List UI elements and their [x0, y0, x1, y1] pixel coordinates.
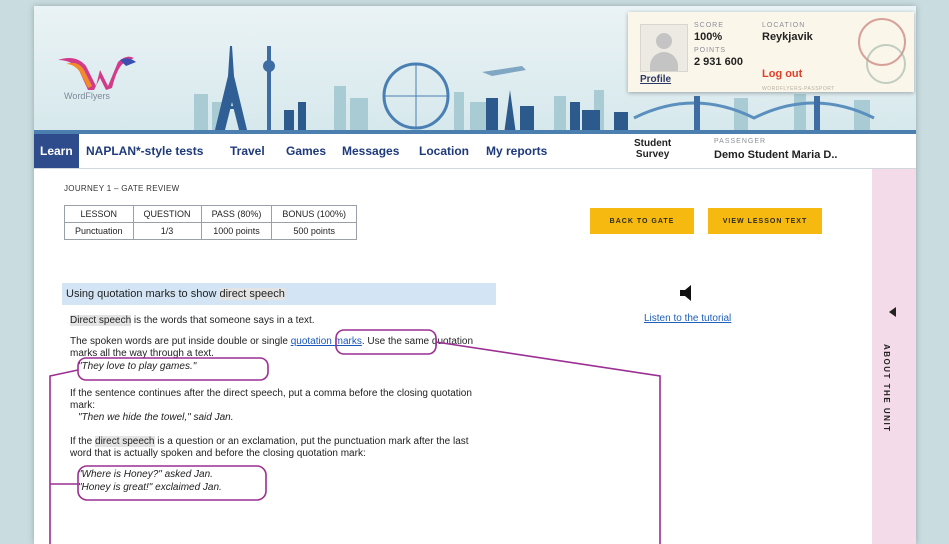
paragraph-text: is the words that someone says in a text…: [131, 315, 315, 326]
location-label: LOCATION: [762, 22, 806, 29]
paragraph-text: is a question or an exclamation, put the…: [154, 436, 469, 447]
passenger-label: PASSENGER: [714, 138, 767, 145]
score-label: SCORE: [694, 22, 724, 29]
passport-card: Profile SCORE 100% POINTS 2 931 600 LOCA…: [628, 12, 914, 92]
points-label: POINTS: [694, 47, 727, 54]
table-cell: 1000 points: [200, 222, 273, 240]
logout-link[interactable]: Log out: [762, 68, 802, 80]
collapse-arrow-icon[interactable]: [889, 307, 896, 317]
lesson-paragraph: The spoken words are put inside double o…: [70, 336, 590, 360]
back-to-gate-button[interactable]: BACK TO GATE: [590, 208, 694, 234]
table-header: LESSON: [64, 205, 134, 223]
lesson-paragraph: If the sentence continues after the dire…: [70, 388, 590, 412]
survey-line-2: Survey: [635, 149, 670, 160]
lesson-paragraph: If the direct speech is a question or an…: [70, 436, 590, 460]
lesson-paragraph: Direct speech is the words that someone …: [70, 315, 590, 327]
passenger-name: Demo Student Maria D..: [714, 149, 838, 161]
example-quote: "They love to play games.": [78, 361, 197, 372]
profile-link[interactable]: Profile: [640, 74, 671, 85]
table-cell: 500 points: [271, 222, 357, 240]
student-survey-link[interactable]: Student Survey: [634, 138, 671, 160]
breadcrumb: JOURNEY 1 – GATE REVIEW: [64, 184, 180, 193]
table-header: PASS (80%): [200, 205, 273, 223]
paragraph-text: marks all the way through a text.: [70, 348, 214, 359]
tab-naplan-tests[interactable]: NAPLAN*-style tests: [86, 134, 203, 168]
term-highlight: direct speech: [95, 436, 155, 447]
heading-highlight: direct speech: [219, 288, 285, 300]
card-fine-print: WORDFLYERS-PASSPORT: [762, 86, 835, 92]
table-header: QUESTION: [132, 205, 202, 223]
paragraph-text: . Use the same quotation: [361, 336, 474, 347]
location-value: Reykjavik: [762, 31, 813, 43]
about-unit-label: ABOUT THE UNIT: [882, 344, 891, 433]
example-quote: "Then we hide the towel," said Jan.: [78, 412, 234, 423]
score-value: 100%: [694, 31, 723, 43]
lesson-heading: Using quotation marks to show direct spe…: [62, 283, 496, 305]
tab-my-reports[interactable]: My reports: [486, 134, 547, 168]
passport-stamp-icon: [866, 44, 906, 84]
tab-messages[interactable]: Messages: [342, 134, 399, 168]
points-value: 2 931 600: [694, 56, 743, 68]
tab-travel[interactable]: Travel: [230, 134, 265, 168]
wordflyers-logo-icon: [58, 56, 136, 90]
speaker-icon[interactable]: [678, 284, 696, 302]
avatar[interactable]: [640, 24, 688, 72]
heading-text: Using quotation marks to show: [66, 288, 220, 300]
quotation-marks-link[interactable]: quotation marks: [291, 336, 362, 347]
lesson-info-table: LESSON QUESTION PASS (80%) BONUS (100%) …: [64, 205, 357, 240]
table-cell: 1/3: [132, 222, 202, 240]
term-highlight: Direct speech: [70, 315, 132, 326]
table-header: BONUS (100%): [271, 205, 357, 223]
about-unit-panel[interactable]: ABOUT THE UNIT: [872, 169, 916, 544]
paragraph-text: word that is actually spoken and before …: [70, 448, 366, 459]
table-cell: Punctuation: [64, 222, 134, 240]
tab-location[interactable]: Location: [419, 134, 469, 168]
survey-line-1: Student: [634, 138, 672, 149]
listen-tutorial-link[interactable]: Listen to the tutorial: [644, 313, 731, 324]
paragraph-text: If the sentence continues after the dire…: [70, 388, 472, 399]
brand-name: WordFlyers: [64, 91, 110, 101]
paragraph-text: The spoken words are put inside double o…: [70, 336, 291, 347]
view-lesson-text-button[interactable]: VIEW LESSON TEXT: [708, 208, 822, 234]
tab-games[interactable]: Games: [286, 134, 326, 168]
app-window: WordFlyers Profile SCORE 100% POINTS 2 9…: [34, 6, 916, 544]
example-quote: "Honey is great!" exclaimed Jan.: [78, 482, 222, 493]
example-quote: "Where is Honey?" asked Jan.: [78, 469, 213, 480]
paragraph-text: If the: [70, 436, 96, 447]
paragraph-text: mark:: [70, 400, 95, 411]
tab-learn[interactable]: Learn: [34, 134, 79, 168]
